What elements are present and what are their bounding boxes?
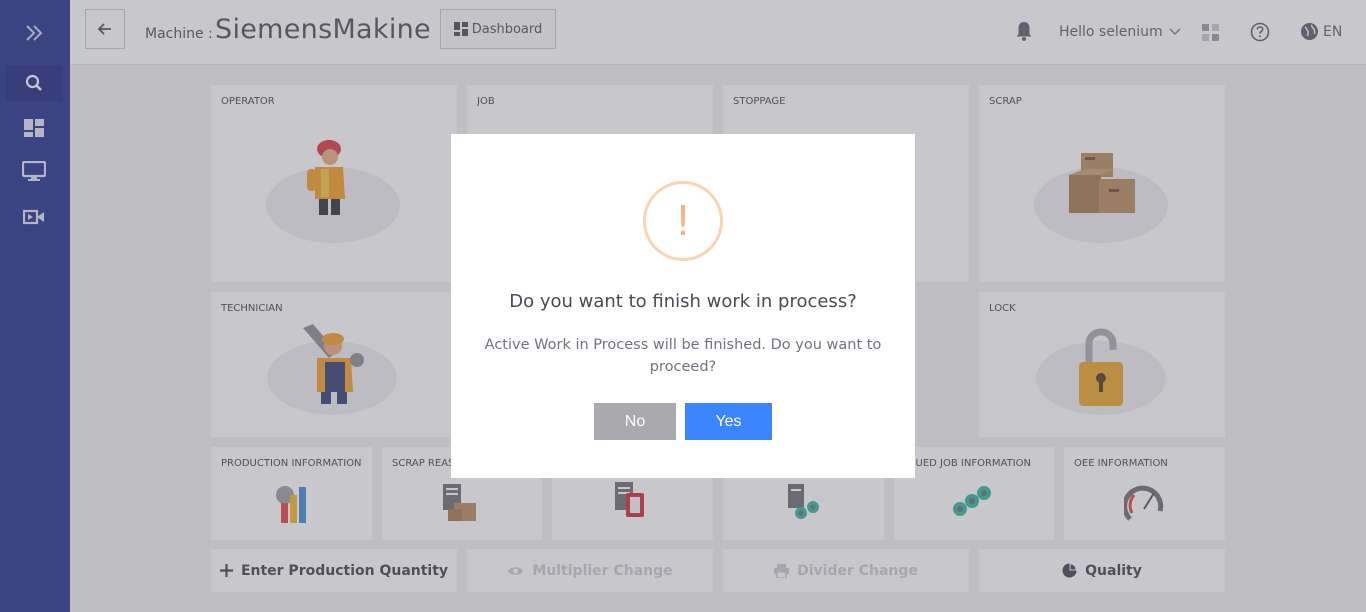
warning-symbol: !	[676, 196, 690, 245]
dialog-title: Do you want to finish work in process?	[509, 291, 857, 312]
confirmation-dialog: ! Do you want to finish work in process?…	[451, 134, 915, 478]
no-button[interactable]: No	[594, 403, 676, 440]
dialog-message: Active Work in Process will be finished.…	[484, 337, 882, 375]
warning-icon: !	[643, 181, 723, 261]
yes-button[interactable]: Yes	[685, 403, 772, 440]
